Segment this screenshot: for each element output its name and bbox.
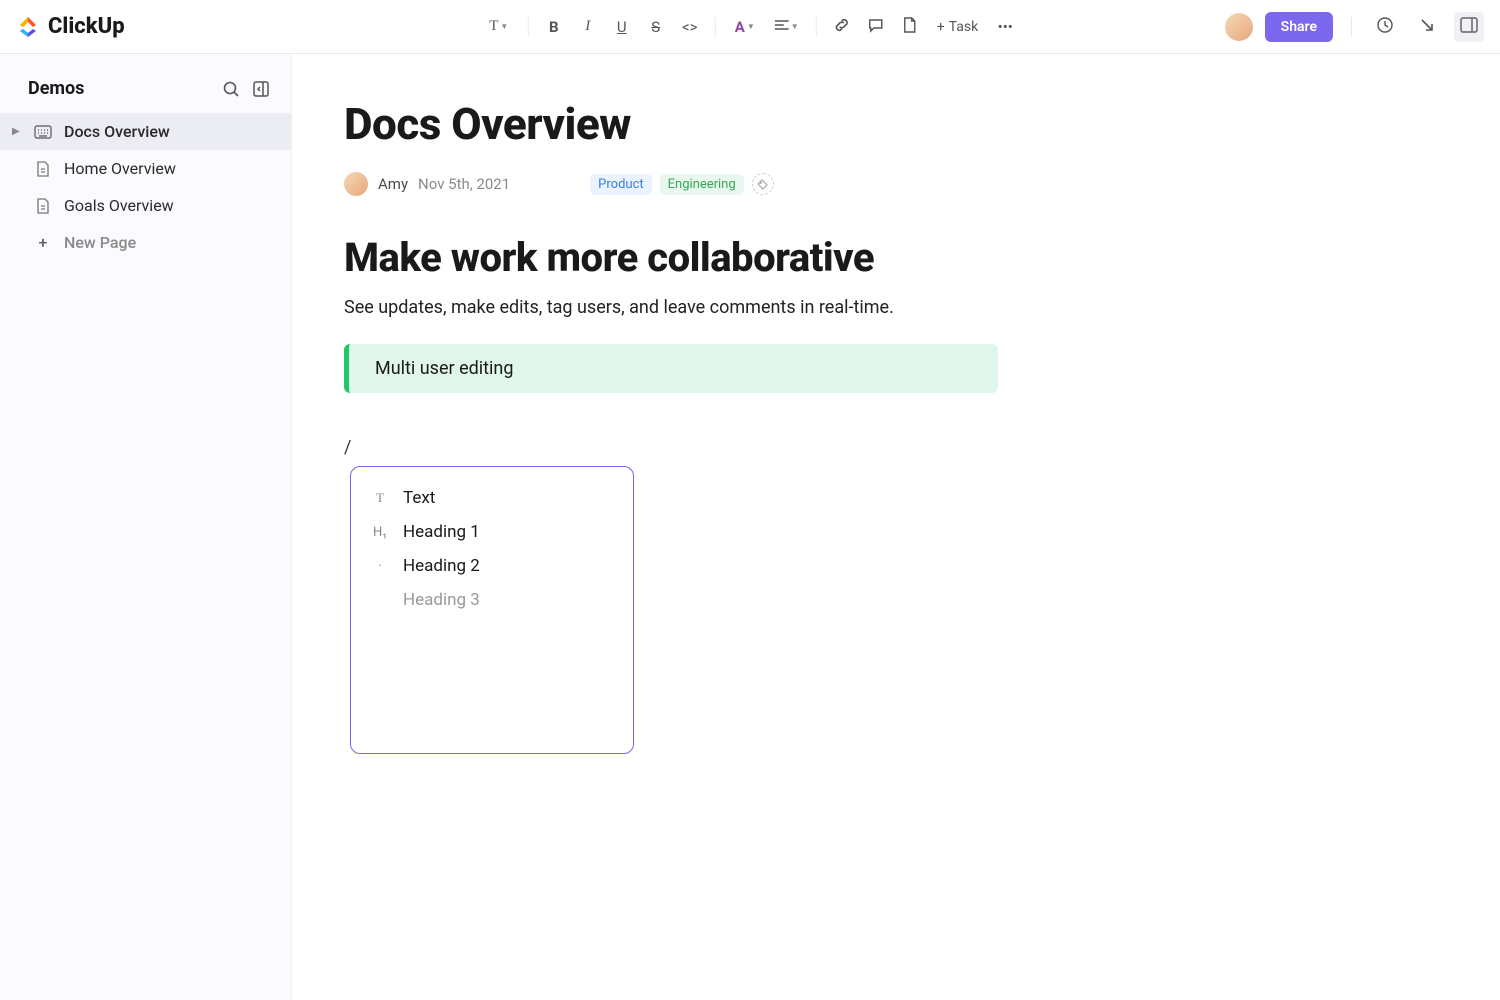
collapse-icon [252,80,270,98]
underline-icon: U [617,18,627,36]
text-style-button[interactable]: T ▼ [480,12,518,42]
underline-button[interactable]: U [607,12,637,42]
slash-item-heading1[interactable]: H₁ Heading 1 [361,515,623,549]
slash-item-label: Heading 1 [403,522,480,542]
sidebar-title: Demos [28,78,84,99]
history-button[interactable] [1370,12,1400,42]
text-color-button[interactable]: A ▼ [726,12,764,42]
strikethrough-button[interactable]: S [641,12,671,42]
separator [816,17,817,37]
more-button[interactable]: ••• [990,12,1020,42]
bold-icon: B [549,18,559,36]
export-button[interactable] [1412,12,1442,42]
sidebar-item-home-overview[interactable]: Home Overview [0,150,291,187]
h2-icon: · [371,559,389,574]
collapse-sidebar-button[interactable] [251,79,271,99]
user-avatar[interactable] [1225,13,1253,41]
chevron-down-icon: ▼ [747,22,755,31]
sidebar-item-docs-overview[interactable]: ▶ Docs Overview [0,113,291,150]
text-color-icon: A [735,18,745,36]
sidebar-item-label: Goals Overview [64,196,174,215]
comment-icon [868,17,884,37]
text-icon: T [371,490,389,506]
clickup-logo-icon [16,15,40,39]
italic-button[interactable]: I [573,12,603,42]
callout-text: Multi user editing [375,358,513,379]
sidebar-item-goals-overview[interactable]: Goals Overview [0,187,291,224]
toolbar: T ▼ B I U S <> A ▼ ▼ [480,12,1020,42]
sidebar-item-label: Home Overview [64,159,176,178]
doc-body[interactable]: See updates, make edits, tag users, and … [344,297,1440,318]
search-button[interactable] [221,79,241,99]
share-label: Share [1281,19,1317,35]
author-avatar[interactable] [344,172,368,196]
tag-product[interactable]: Product [590,174,651,195]
doc-date: Nov 5th, 2021 [418,175,510,193]
link-icon [834,17,850,37]
slash-item-label: Heading 3 [403,590,480,610]
document-icon [34,198,52,214]
doc-meta: Amy Nov 5th, 2021 Product Engineering [344,172,1440,196]
sidebar-item-label: Docs Overview [64,122,170,141]
main: Docs Overview Amy Nov 5th, 2021 Product … [292,54,1500,1000]
more-icon: ••• [998,18,1013,36]
slash-item-text[interactable]: T Text [361,481,623,515]
slash-item-label: Heading 2 [403,556,480,576]
add-task-button[interactable]: + Task [929,12,986,42]
sidebar-item-label: New Page [64,233,136,252]
brand-name: ClickUp [48,14,125,39]
slash-item-label: Text [403,488,435,508]
text-style-icon: T [489,18,498,35]
chevron-right-icon: ▶ [12,126,22,137]
layout: Demos ▶ Docs Overview Home Overview [0,54,1500,1000]
code-icon: <> [682,18,697,36]
topbar-right: Share [1225,12,1484,42]
slash-item-heading2[interactable]: · Heading 2 [361,549,623,583]
keyboard-icon [34,125,52,139]
doc-heading[interactable]: Make work more collaborative [344,234,1440,281]
panel-icon [1460,17,1478,37]
export-icon [1419,17,1435,37]
document-icon [34,161,52,177]
separator [715,17,716,37]
sidebar-actions [221,79,271,99]
task-label: Task [949,19,979,35]
bold-button[interactable]: B [539,12,569,42]
author-name: Amy [378,175,408,193]
h1-icon: H₁ [371,525,389,540]
italic-icon: I [585,18,590,35]
page-icon [903,17,917,37]
sidebar-toggle-button[interactable] [1454,12,1484,42]
page-button[interactable] [895,12,925,42]
plus-icon: + [937,19,945,35]
brand[interactable]: ClickUp [16,14,125,39]
align-icon [775,18,789,36]
plus-icon: + [34,233,52,252]
tag-engineering[interactable]: Engineering [660,174,744,195]
slash-trigger[interactable]: / [344,437,1440,458]
separator [1351,17,1352,37]
align-button[interactable]: ▼ [768,12,806,42]
chevron-down-icon: ▼ [500,22,508,31]
slash-menu: T Text H₁ Heading 1 · Heading 2 Heading … [350,466,634,754]
sidebar-new-page[interactable]: + New Page [0,224,291,261]
separator [528,17,529,37]
tag-icon [757,179,768,190]
code-button[interactable]: <> [675,12,705,42]
chevron-down-icon: ▼ [791,22,799,31]
clock-icon [1376,16,1394,38]
slash-item-heading3[interactable]: Heading 3 [361,583,623,617]
topbar: ClickUp T ▼ B I U S <> A ▼ ▼ [0,0,1500,54]
sidebar-header: Demos [0,70,291,113]
callout-block[interactable]: Multi user editing [344,344,998,393]
add-tag-button[interactable] [752,173,774,195]
search-icon [222,80,240,98]
tag-group: Product Engineering [590,173,774,195]
page-title[interactable]: Docs Overview [344,98,1440,150]
strikethrough-icon: S [651,18,660,36]
link-button[interactable] [827,12,857,42]
comment-button[interactable] [861,12,891,42]
share-button[interactable]: Share [1265,12,1333,42]
sidebar: Demos ▶ Docs Overview Home Overview [0,54,292,1000]
